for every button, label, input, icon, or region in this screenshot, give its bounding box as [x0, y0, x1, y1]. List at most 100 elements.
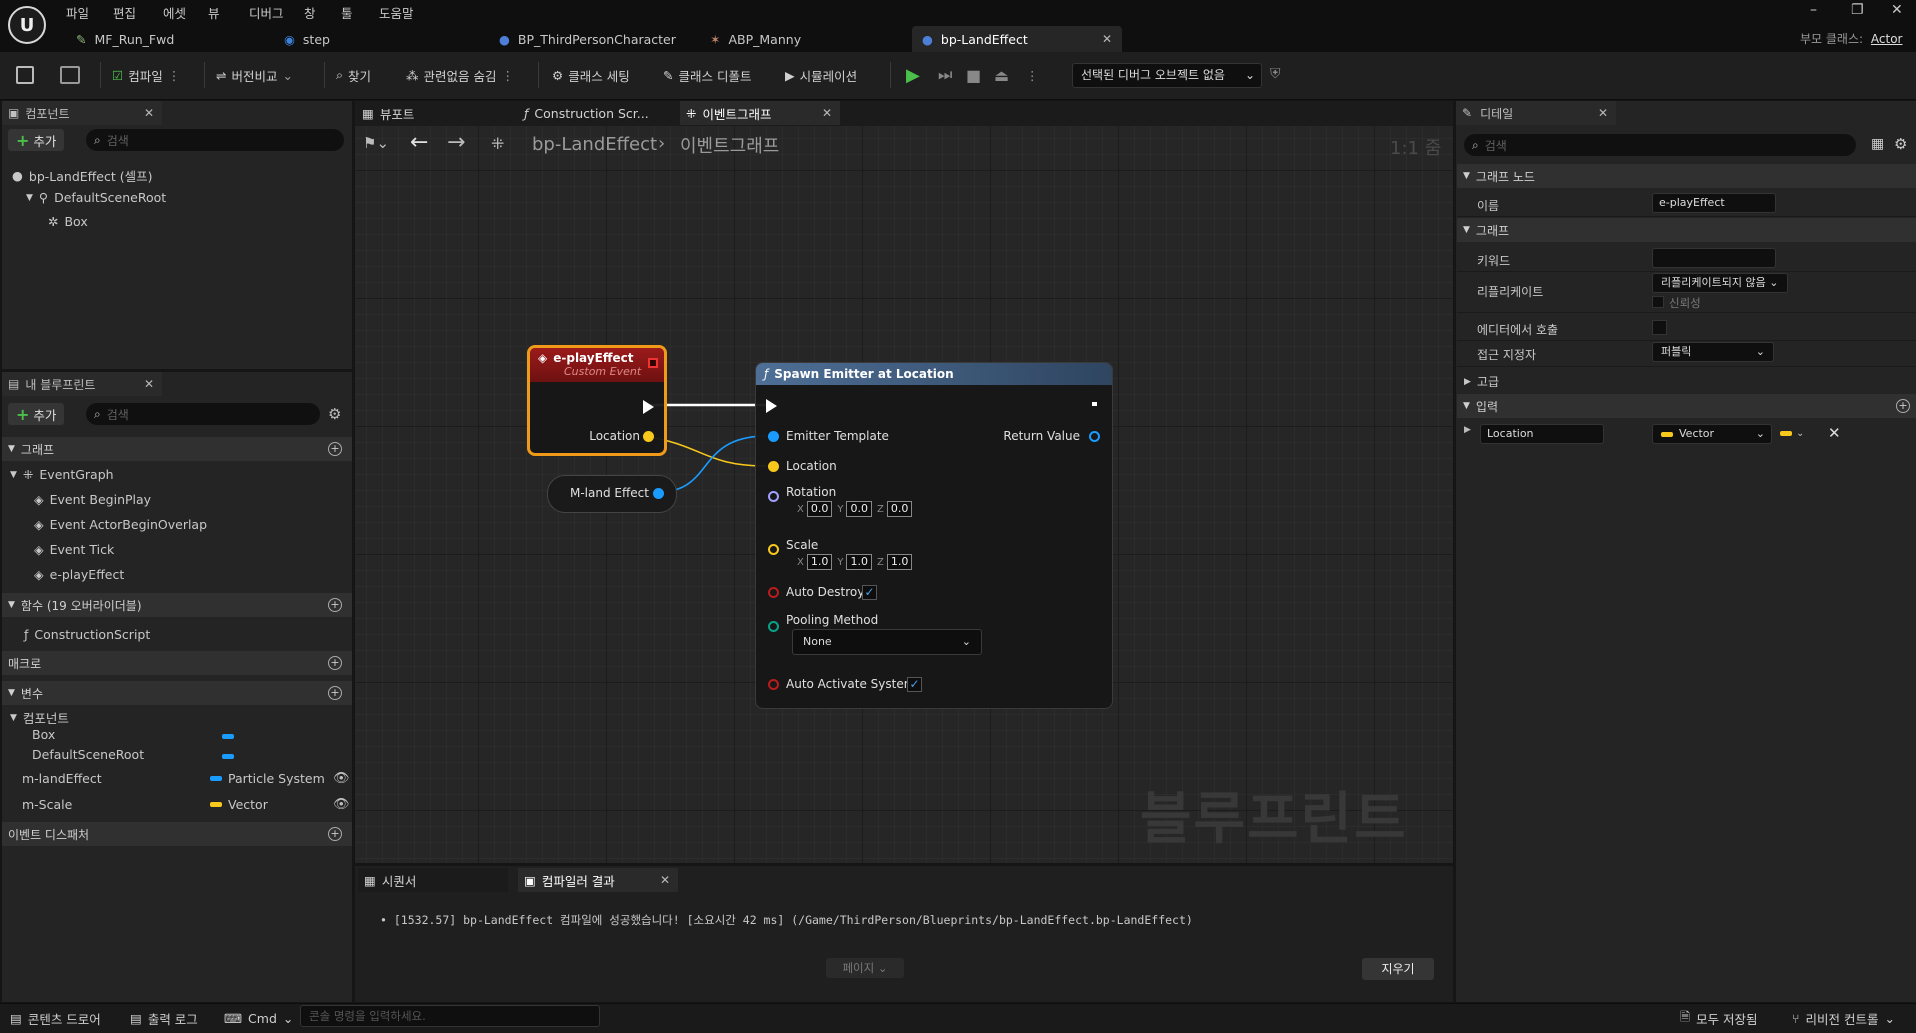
tab-event-graph[interactable]: ⁜ 이벤트그래프 ✕	[680, 101, 840, 125]
close-components-icon[interactable]: ✕	[144, 106, 154, 120]
auto-activate-checkbox[interactable]: ✓	[907, 677, 922, 692]
debug-filter-icon[interactable]: ⛨	[1270, 66, 1281, 82]
close-my-blueprint-icon[interactable]: ✕	[144, 377, 154, 391]
debug-object-select[interactable]: 선택된 디버그 오브젝트 없음 ⌄	[1072, 63, 1262, 88]
page-button[interactable]: 페이지 ⌄	[826, 958, 904, 978]
add-button[interactable]: + 추가	[8, 403, 65, 425]
remove-input-icon[interactable]: ✕	[1828, 424, 1841, 442]
return-value-pin[interactable]	[1089, 431, 1100, 442]
table-view-icon[interactable]: ▦	[1871, 136, 1884, 152]
add-graph-icon[interactable]: +	[328, 442, 342, 456]
menu-4[interactable]: 디버그	[249, 3, 284, 22]
rotation-pin[interactable]	[768, 491, 779, 502]
bookmark-icon[interactable]: ⚑⌄	[363, 134, 389, 152]
details-search-input[interactable]: ⌕ 검색	[1464, 134, 1856, 156]
output-log-button[interactable]: ▤ 출력 로그	[130, 1009, 198, 1027]
unreal-logo-icon[interactable]: U	[8, 6, 46, 44]
save-all-button[interactable]: 🗎 모두 저장됨	[1680, 1009, 1758, 1027]
gear-icon[interactable]: ⚙	[1894, 135, 1907, 153]
graph-section[interactable]: ▼ 그래프	[1457, 218, 1916, 242]
input-name-field[interactable]: Location	[1480, 424, 1604, 444]
add-input-icon[interactable]: +	[1896, 399, 1910, 413]
parent-class-link[interactable]: Actor	[1871, 32, 1903, 46]
component-box[interactable]: ✲ Box	[48, 214, 88, 229]
event-item[interactable]: ◈ Event Tick	[34, 542, 114, 557]
settings-gear-icon[interactable]: ⚙	[328, 405, 341, 423]
menu-1[interactable]: 편집	[113, 3, 136, 22]
content-drawer-button[interactable]: ▤ 콘텐츠 드로어	[10, 1009, 101, 1027]
event-dispatchers-section[interactable]: 이벤트 디스패처 +	[2, 822, 352, 846]
play-icon[interactable]: ▶	[906, 64, 920, 86]
close-tab-icon[interactable]: ✕	[1102, 32, 1112, 46]
class-settings-button[interactable]: ⚙ 클래스 세팅	[552, 64, 630, 86]
graph-hierarchy-icon[interactable]: ⁜	[491, 134, 504, 153]
reliable-checkbox[interactable]	[1652, 296, 1664, 308]
exec-out-pin[interactable]	[1089, 397, 1100, 411]
emitter-template-pin[interactable]	[768, 431, 779, 442]
location-in-pin[interactable]	[768, 461, 779, 472]
scale-inputs[interactable]: X 1.0 Y 1.0 Z 1.0	[794, 554, 914, 570]
tab-viewport[interactable]: ▦ 뷰포트	[358, 101, 508, 125]
object-out-pin[interactable]	[653, 488, 664, 499]
browse-icon[interactable]	[60, 66, 80, 84]
event-graph-item[interactable]: ▼ ⁜ EventGraph	[10, 467, 114, 482]
eject-icon[interactable]: ⏏	[994, 64, 1009, 86]
auto-destroy-checkbox[interactable]: ✓	[862, 585, 877, 600]
component-defaultsceneroot[interactable]: ▼ ⚲ DefaultSceneRoot	[26, 190, 166, 205]
variable-type[interactable]: Vector	[210, 797, 268, 812]
custom-event-node[interactable]: ◈ e-playEffect Custom Event Location	[527, 345, 667, 456]
hide-unrelated-button[interactable]: ⁂ 관련없음 숨김 ⋮	[406, 64, 514, 86]
components-search-input[interactable]: ⌕ 검색	[86, 129, 344, 151]
rotation-inputs[interactable]: X 0.0 Y 0.0 Z 0.0	[794, 501, 914, 517]
play-options-icon[interactable]: ⋮	[1026, 64, 1039, 86]
variables-section[interactable]: ▼ 변수 +	[2, 681, 352, 705]
simulation-button[interactable]: ▶ 시뮬레이션	[785, 64, 857, 86]
pooling-method-select[interactable]: None ⌄	[792, 629, 982, 655]
tab-compiler-results[interactable]: ▣ 컴파일러 결과 ✕	[518, 868, 678, 892]
macros-section[interactable]: 매크로 +	[2, 651, 352, 675]
auto-destroy-pin[interactable]	[768, 587, 779, 598]
inputs-section[interactable]: ▼ 입력 +	[1457, 394, 1916, 418]
component-self[interactable]: ● bp-LandEffect (셀프)	[12, 166, 152, 185]
add-dispatcher-icon[interactable]: +	[328, 827, 342, 841]
close-event-graph-icon[interactable]: ✕	[822, 106, 832, 120]
keywords-input[interactable]	[1652, 248, 1776, 268]
graph-canvas[interactable]: ⚑⌄ ← → ⁜ bp-LandEffect › 이벤트그래프 1:1 줌 ◈ …	[355, 126, 1453, 863]
tab-construction-script[interactable]: ƒ Construction Scr...	[520, 101, 680, 125]
add-component-button[interactable]: + 추가	[8, 129, 65, 151]
tab-step[interactable]: ◉ step	[278, 26, 478, 52]
delegate-pin[interactable]	[648, 358, 658, 368]
input-type-select[interactable]: Vector ⌄	[1652, 424, 1772, 444]
minimize-icon[interactable]: –	[1810, 2, 1817, 18]
menu-0[interactable]: 파일	[66, 3, 89, 22]
my-blueprint-search-input[interactable]: ⌕ 검색	[86, 403, 320, 425]
console-input[interactable]: 콘솔 명령을 입력하세요.	[300, 1005, 600, 1027]
eye-icon[interactable]: 👁	[333, 797, 350, 812]
eye-icon[interactable]: 👁	[333, 771, 350, 786]
variable-defaultsceneroot[interactable]: DefaultSceneRoot	[32, 747, 144, 762]
tab-bp-thirdpersoncharacter[interactable]: ● BP_ThirdPersonCharacter	[495, 26, 695, 52]
add-macro-icon[interactable]: +	[328, 656, 342, 670]
menu-3[interactable]: 뷰	[208, 3, 220, 22]
event-item[interactable]: ◈ e-playEffect	[34, 567, 124, 582]
tab-bp-landeffect[interactable]: ● bp-LandEffect ✕	[912, 26, 1122, 52]
back-icon[interactable]: ←	[410, 130, 428, 155]
restore-icon[interactable]: ❐	[1851, 2, 1864, 18]
access-select[interactable]: 퍼블릭 ⌄	[1652, 342, 1774, 362]
exec-in-pin[interactable]	[766, 399, 777, 413]
find-button[interactable]: ⌕ 찾기	[336, 64, 371, 86]
replicate-select[interactable]: 리플리케이트되지 않음 ⌄	[1652, 273, 1788, 293]
advance-frame-icon[interactable]: ⏭	[938, 64, 952, 86]
close-details-icon[interactable]: ✕	[1598, 106, 1608, 120]
add-function-icon[interactable]: +	[328, 598, 342, 612]
components-tab[interactable]: ▣ 컴포넌트 ✕	[2, 101, 162, 125]
scale-pin[interactable]	[768, 544, 779, 555]
event-item[interactable]: ◈ Event BeginPlay	[34, 492, 151, 507]
tab-abp-manny[interactable]: ✶ ABP_Manny	[710, 26, 910, 52]
menu-5[interactable]: 창	[304, 3, 316, 22]
pooling-method-pin[interactable]	[768, 621, 779, 632]
exec-out-pin[interactable]	[643, 400, 654, 414]
add-variable-icon[interactable]: +	[328, 686, 342, 700]
menu-7[interactable]: 도움말	[379, 3, 414, 22]
diff-button[interactable]: ⇌ 버전비교 ⌄	[216, 64, 293, 86]
